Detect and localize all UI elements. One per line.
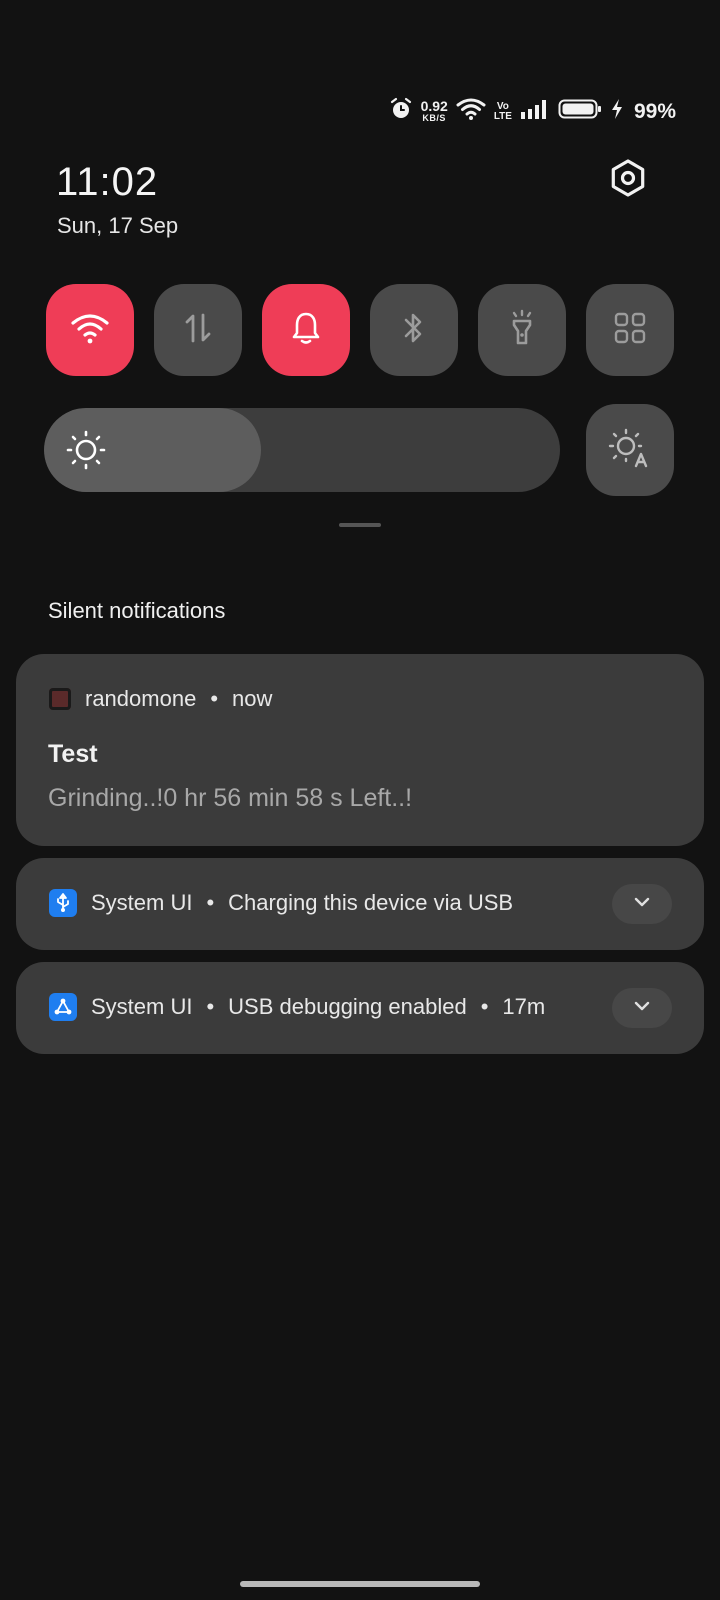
battery-icon [558,98,602,126]
app-name: System UI [91,994,193,1019]
notification-time: now [232,686,273,711]
tile-bluetooth[interactable] [370,284,458,376]
notification-header: System UI • USB debugging enabled • 17m [49,993,545,1021]
separator: • [210,686,219,711]
notification-shade: 0.92 KB/S Vo LTE 99% 11:02 Sun, 17 Sep S… [0,0,720,1600]
mobile-data-icon [181,311,215,350]
expand-button[interactable] [612,988,672,1028]
alarm-icon [389,97,413,127]
notification-time: 17m [502,994,546,1019]
auto-brightness-button[interactable] [586,404,674,496]
wifi-status-icon [456,97,486,127]
notification-card-usb-charging[interactable]: System UI • Charging this device via USB [16,858,704,950]
quick-settings-tiles [46,284,674,376]
app-icon [49,688,71,710]
charging-bolt-icon [610,98,624,126]
volte-bottom: LTE [493,111,512,122]
network-speed-value: 0.92 [420,98,448,114]
separator: • [480,994,489,1019]
notification-text: Charging this device via USB [228,890,514,915]
notification-body: Grinding..!0 hr 56 min 58 s Left..! [48,784,413,812]
drag-handle[interactable] [339,523,381,527]
auto-brightness-icon [608,428,652,473]
brightness-sun-icon [66,430,106,470]
separator: • [206,890,215,915]
app-name: System UI [91,890,193,915]
tile-sound[interactable] [262,284,350,376]
bell-icon [289,310,323,351]
signal-icon [520,98,550,126]
battery-percent: 99% [633,100,676,123]
expand-button[interactable] [612,884,672,924]
network-speed-unit: KB/S [422,113,446,123]
section-title-silent: Silent notifications [48,598,226,623]
chevron-down-icon [633,999,651,1017]
volte-indicator: Vo LTE [494,102,512,122]
clock-time[interactable]: 11:02 [56,160,158,205]
app-name: randomone [85,686,197,711]
debug-icon [49,993,77,1021]
navigation-gesture-bar[interactable] [240,1581,480,1587]
notification-card-usb-debugging[interactable]: System UI • USB debugging enabled • 17m [16,962,704,1054]
tile-flashlight[interactable] [478,284,566,376]
tile-wifi[interactable] [46,284,134,376]
bluetooth-icon [400,310,428,351]
notification-text: USB debugging enabled [228,994,467,1019]
grid-icon [613,311,647,350]
date-label[interactable]: Sun, 17 Sep [57,213,178,239]
settings-button[interactable] [604,156,652,204]
flashlight-icon [506,309,538,352]
notification-header: System UI • Charging this device via USB [49,889,513,917]
notification-card-randomone[interactable]: randomone • now Test Grinding..!0 hr 56 … [16,654,704,846]
settings-gear-icon [608,158,648,203]
tile-edit-grid[interactable] [586,284,674,376]
chevron-down-icon [633,895,651,913]
brightness-slider[interactable] [44,408,560,492]
network-speed: 0.92 KB/S [420,98,448,124]
notification-title: Test [48,740,98,768]
tile-mobile-data[interactable] [154,284,242,376]
status-bar: 0.92 KB/S Vo LTE 99% [389,92,676,132]
separator: • [206,994,215,1019]
wifi-icon [70,311,110,350]
usb-icon [49,889,77,917]
notification-header: randomone • now [49,686,272,712]
